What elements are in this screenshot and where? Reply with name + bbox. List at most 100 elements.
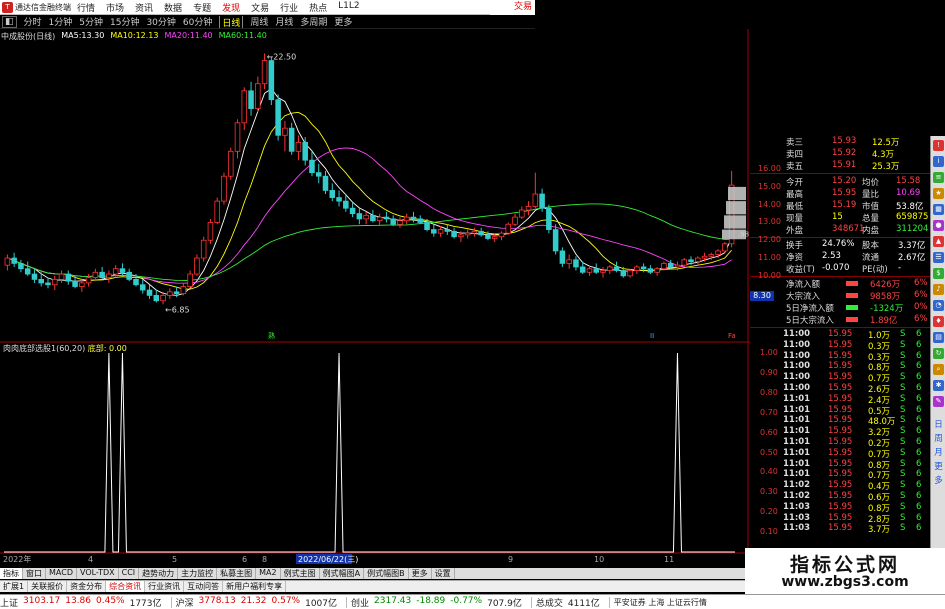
period-tab[interactable]: 更多 bbox=[334, 16, 352, 28]
info-tab[interactable]: 综合资讯 bbox=[106, 581, 146, 592]
period-tab[interactable]: 月线 bbox=[275, 16, 293, 28]
menu-item[interactable]: 文易 bbox=[251, 1, 269, 14]
tick-time: 11:02 bbox=[783, 480, 811, 491]
stat-label: 总量 bbox=[862, 214, 880, 224]
period-tab[interactable]: 日线 bbox=[219, 16, 244, 28]
indicator-title: 肉肉底部选股1(60,20) 底部: 0.00 bbox=[3, 343, 127, 353]
ma-legend-item: MA5:13.30 bbox=[61, 31, 104, 42]
sidebar-tab[interactable]: 更 bbox=[932, 460, 945, 472]
info-tab[interactable]: 关联报价 bbox=[28, 581, 68, 592]
info-tab[interactable]: 行业资讯 bbox=[145, 581, 185, 592]
settings-icon[interactable]: ✱ bbox=[933, 380, 944, 391]
stat-value: 15.19 bbox=[832, 200, 857, 210]
period-tab[interactable]: 1分钟 bbox=[49, 16, 73, 28]
menu-item[interactable]: 数据 bbox=[164, 1, 182, 14]
indicator-tab[interactable]: 更多 bbox=[409, 568, 432, 579]
index-group[interactable]: 创业 2317.43 -18.89 -0.77% 707.9亿 bbox=[351, 596, 527, 609]
kline-chart[interactable]: ←22.50←6.85熟IIFa.98肉肉底部选股1(60,20) 底部: 0.… bbox=[0, 29, 750, 566]
tick-count: 6 bbox=[916, 372, 922, 383]
menu-item[interactable]: 专题 bbox=[193, 1, 211, 14]
candle bbox=[194, 254, 200, 276]
index-group[interactable]: 沪深 3778.13 21.32 0.57% 1007亿 bbox=[176, 596, 343, 609]
tick-count: 6 bbox=[916, 491, 922, 501]
menu-item[interactable]: 行业 bbox=[280, 1, 298, 14]
candle bbox=[600, 266, 606, 278]
sidebar-tab[interactable]: 月 bbox=[932, 446, 945, 458]
search-icon[interactable]: ⌕ bbox=[933, 364, 944, 375]
kline-chart-area[interactable]: ←22.50←6.85熟IIFa.98肉肉底部选股1(60,20) 底部: 0.… bbox=[0, 29, 750, 566]
flow-label: 大宗流入 bbox=[786, 292, 821, 302]
indicator-tab[interactable]: MA2 bbox=[256, 568, 281, 579]
menu-item[interactable]: L1L2 bbox=[338, 1, 359, 14]
chart-icon[interactable]: ≡ bbox=[933, 172, 944, 183]
info-tab[interactable]: 资金分布 bbox=[67, 581, 107, 592]
sidebar-tab[interactable]: 周 bbox=[932, 432, 945, 444]
candle bbox=[288, 122, 295, 155]
period-tab[interactable]: 多周期 bbox=[300, 16, 327, 28]
indicator-axis-label: 0.60 bbox=[760, 427, 778, 437]
ask-label: 卖五 bbox=[786, 162, 804, 172]
indicator-tab[interactable]: 窗口 bbox=[23, 568, 46, 579]
refresh-icon[interactable]: ↻ bbox=[933, 348, 944, 359]
event-mark[interactable]: II bbox=[650, 332, 654, 340]
menu-item[interactable]: 市场 bbox=[106, 1, 124, 14]
fire-icon[interactable]: ♦ bbox=[933, 316, 944, 327]
period-tab[interactable]: 60分钟 bbox=[183, 16, 212, 28]
candle bbox=[634, 265, 640, 275]
info-tab[interactable]: 扩展1 bbox=[0, 581, 29, 592]
tick-count: 6 bbox=[916, 361, 922, 372]
sidebar-tab[interactable]: 日 bbox=[932, 418, 945, 430]
info-icon[interactable]: i bbox=[933, 156, 944, 167]
index-group[interactable]: 上证 3103.17 13.86 0.45% 1773亿 bbox=[0, 596, 167, 609]
tick-time: 11:01 bbox=[783, 437, 811, 447]
menu-item[interactable]: 资讯 bbox=[135, 1, 153, 14]
trade-button[interactable]: 交易 bbox=[490, 0, 535, 15]
collapse-icon[interactable]: ◧ bbox=[2, 16, 17, 28]
info-tab[interactable]: 新用户福利专享 bbox=[223, 581, 287, 592]
menu-item[interactable]: 热点 bbox=[309, 1, 327, 14]
period-tab[interactable]: 周线 bbox=[250, 16, 268, 28]
user-icon[interactable]: ● bbox=[933, 220, 944, 231]
stat-label: 股本 bbox=[862, 241, 880, 251]
indicator-tab[interactable]: 趋势动力 bbox=[139, 568, 179, 579]
period-tab[interactable]: 15分钟 bbox=[110, 16, 139, 28]
candle bbox=[559, 247, 566, 267]
period-tab[interactable]: 5分钟 bbox=[79, 16, 103, 28]
indicator-tab[interactable]: 主力监控 bbox=[178, 568, 218, 579]
indicator-tab[interactable]: CCI bbox=[119, 568, 140, 579]
list-icon[interactable]: ☰ bbox=[933, 252, 944, 263]
event-mark[interactable]: 熟 bbox=[268, 331, 275, 340]
period-tab[interactable]: 分时 bbox=[24, 16, 42, 28]
flow-value: -1324万 bbox=[870, 304, 904, 314]
indicator-tab[interactable]: 例式幅图A bbox=[320, 568, 365, 579]
tick-side: S bbox=[900, 339, 906, 350]
menu-item[interactable]: 发现 bbox=[222, 1, 240, 14]
indicator-tab[interactable]: 私募主图 bbox=[217, 568, 257, 579]
index-pct: 0.45% bbox=[96, 595, 125, 606]
menu-item[interactable]: 行情 bbox=[77, 1, 95, 14]
book-icon[interactable]: ▤ bbox=[933, 332, 944, 343]
tick-side: S bbox=[900, 491, 906, 501]
flag-icon[interactable]: ▲ bbox=[933, 236, 944, 247]
grid-icon[interactable]: ▦ bbox=[933, 204, 944, 215]
index-name: 沪深 bbox=[175, 598, 194, 609]
indicator-tab[interactable]: 例式幅图B bbox=[364, 568, 409, 579]
pie-icon[interactable]: ◔ bbox=[933, 300, 944, 311]
indicator-tab[interactable]: 设置 bbox=[432, 568, 455, 579]
bell-icon[interactable]: ♪ bbox=[933, 284, 944, 295]
xaxis-label: 11 bbox=[664, 555, 674, 564]
indicator-tab[interactable]: 指标 bbox=[0, 568, 23, 579]
indicator-tab[interactable]: MACD bbox=[46, 568, 77, 579]
indicator-tab[interactable]: VOL-TDX bbox=[77, 568, 119, 579]
tick-price: 15.95 bbox=[828, 491, 853, 501]
sidebar-tab[interactable]: 多 bbox=[932, 474, 945, 486]
period-tab[interactable]: 30分钟 bbox=[146, 16, 175, 28]
star-icon[interactable]: ★ bbox=[933, 188, 944, 199]
info-tab[interactable]: 互动问答 bbox=[184, 581, 224, 592]
event-mark[interactable]: Fa bbox=[728, 332, 736, 340]
tick-time: 11:03 bbox=[783, 512, 811, 523]
note-icon[interactable]: ✎ bbox=[933, 396, 944, 407]
money-icon[interactable]: $ bbox=[933, 268, 944, 279]
alert-icon[interactable]: ! bbox=[933, 140, 944, 151]
indicator-tab[interactable]: 例式主图 bbox=[281, 568, 320, 579]
